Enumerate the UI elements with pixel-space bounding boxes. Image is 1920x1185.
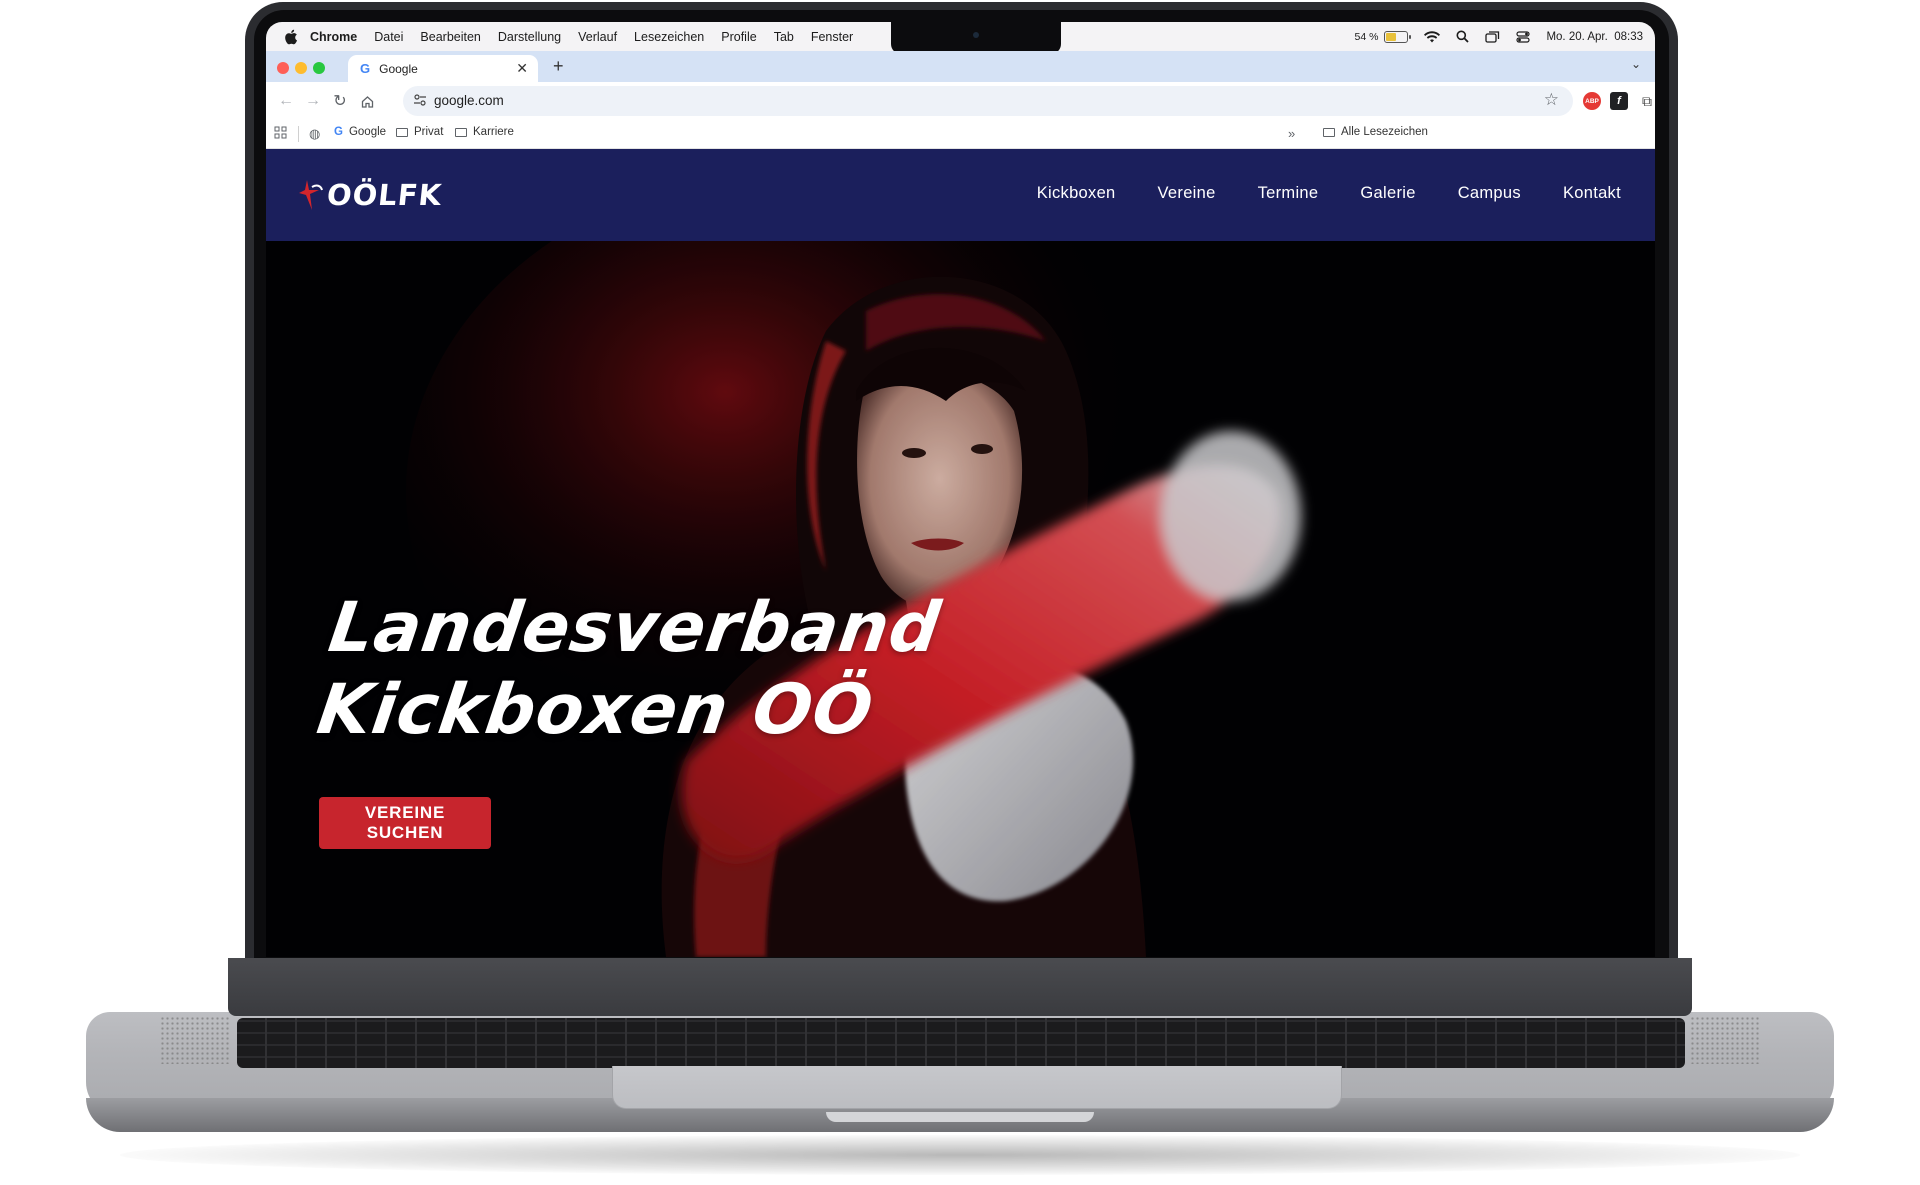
bookmark-google-label: Google	[348, 126, 387, 138]
hero-headline: Landesverband Kickboxen OÖ	[312, 587, 946, 751]
reload-icon[interactable]: ↻	[329, 90, 351, 112]
apps-grid-icon[interactable]	[274, 126, 287, 139]
screen-mirroring-icon[interactable]	[1485, 30, 1500, 43]
logo-text: OÖLFK	[325, 178, 444, 212]
hero-section: Landesverband Kickboxen OÖ VEREINE SUCHE…	[266, 241, 1655, 957]
tab-close-icon[interactable]: ✕	[516, 60, 528, 77]
bookmark-karriere-label: Karriere	[473, 126, 514, 138]
site-header: OÖLFK Kickboxen Vereine Termine Galerie …	[266, 149, 1655, 241]
menu-datei[interactable]: Datei	[374, 30, 403, 44]
nav-link-campus[interactable]: Campus	[1458, 184, 1521, 203]
logo-star-icon	[299, 180, 323, 210]
adblock-plus-extension-icon[interactable]: ABP	[1583, 92, 1601, 110]
nav-link-galerie[interactable]: Galerie	[1360, 184, 1415, 203]
vereine-suchen-button[interactable]: VEREINE SUCHEN	[319, 797, 491, 849]
laptop-shadow	[120, 1135, 1800, 1175]
chrome-toolbar: ← → ↻ google.com ☆ ABP f ⧉ ⚇ ↺ M ⋮	[266, 82, 1655, 120]
bookmark-folder-privat[interactable]: Privat	[396, 126, 443, 138]
bookmark-folder-all[interactable]: Alle Lesezeichen	[1323, 126, 1428, 138]
battery-indicator[interactable]: 54 %	[1354, 30, 1412, 43]
menu-bar-clock[interactable]: Mo. 20. Apr. 08:33	[1546, 31, 1643, 43]
menu-lesezeichen[interactable]: Lesezeichen	[634, 30, 704, 44]
new-tab-button[interactable]: +	[553, 56, 564, 77]
screen: Chrome Datei Bearbeiten Darstellung Verl…	[266, 22, 1655, 957]
webpage: OÖLFK Kickboxen Vereine Termine Galerie …	[266, 149, 1655, 957]
window-minimize-button[interactable]	[295, 62, 307, 74]
tab-google[interactable]: G Google ✕	[348, 55, 538, 82]
globe-bookmark-icon[interactable]: ◍	[309, 126, 320, 142]
hero-headline-line1: Landesverband	[324, 588, 946, 668]
url-text[interactable]: google.com	[434, 93, 504, 108]
tab-search-chevron-icon[interactable]: ⌄	[1631, 57, 1641, 71]
apple-icon[interactable]	[284, 29, 298, 45]
nav-link-kontakt[interactable]: Kontakt	[1563, 184, 1621, 203]
bookmark-google[interactable]: G Google	[334, 126, 386, 138]
menu-bar-status-area: 54 % Mo. 20. Apr. 08:33	[1339, 22, 1643, 51]
battery-percent: 54 %	[1354, 30, 1379, 43]
bookmark-star-icon[interactable]: ☆	[1544, 90, 1559, 110]
folder-icon	[455, 127, 467, 137]
menu-darstellung[interactable]: Darstellung	[498, 30, 561, 44]
more-bookmarks-chevron-icon[interactable]: »	[1288, 126, 1295, 141]
battery-level	[1386, 32, 1397, 41]
forward-arrow-icon[interactable]: →	[302, 90, 324, 112]
camera-notch	[891, 22, 1061, 54]
bookmark-folder-karriere[interactable]: Karriere	[455, 126, 514, 138]
bookmark-all-label: Alle Lesezeichen	[1341, 126, 1428, 138]
google-favicon-icon: G	[360, 61, 371, 76]
trackpad	[612, 1066, 1342, 1109]
folder-icon	[1323, 127, 1335, 137]
extensions-puzzle-icon[interactable]: ⧉	[1638, 92, 1655, 110]
spotlight-search-icon[interactable]	[1456, 30, 1470, 43]
menu-fenster[interactable]: Fenster	[811, 30, 853, 44]
lid-opening-notch	[826, 1112, 1094, 1122]
home-icon[interactable]	[356, 90, 378, 112]
speaker-grille-left	[160, 1016, 230, 1064]
address-bar[interactable]: google.com ☆	[403, 86, 1573, 116]
menu-tab[interactable]: Tab	[774, 30, 794, 44]
bookmark-privat-label: Privat	[414, 126, 444, 138]
folder-icon	[396, 127, 408, 137]
menu-bearbeiten[interactable]: Bearbeiten	[420, 30, 480, 44]
window-close-button[interactable]	[277, 62, 289, 74]
camera-icon	[973, 32, 979, 38]
nav-link-kickboxen[interactable]: Kickboxen	[1037, 184, 1116, 203]
nav-link-termine[interactable]: Termine	[1258, 184, 1319, 203]
screen-chin	[228, 958, 1692, 1016]
menu-verlauf[interactable]: Verlauf	[578, 30, 617, 44]
back-arrow-icon[interactable]: ←	[275, 90, 297, 112]
tab-title: Google	[379, 61, 418, 76]
google-favicon-icon: G	[334, 126, 343, 138]
battery-icon	[1384, 30, 1412, 43]
bookmarks-divider	[298, 126, 299, 142]
wifi-icon[interactable]	[1424, 30, 1441, 43]
site-info-tune-icon[interactable]	[413, 93, 427, 107]
nav-link-vereine[interactable]: Vereine	[1158, 184, 1216, 203]
chrome-tab-strip: G Google ✕ + ⌄	[266, 51, 1655, 82]
font-extension-icon[interactable]: f	[1610, 92, 1628, 110]
window-zoom-button[interactable]	[313, 62, 325, 74]
hero-headline-line2: Kickboxen OÖ	[312, 670, 879, 750]
keyboard	[237, 1018, 1685, 1068]
main-navigation: Kickboxen Vereine Termine Galerie Campus…	[995, 184, 1621, 203]
control-center-icon[interactable]	[1516, 30, 1531, 43]
speaker-grille-right	[1690, 1016, 1760, 1064]
menu-app-name[interactable]: Chrome	[310, 30, 357, 44]
menu-profile[interactable]: Profile	[721, 30, 756, 44]
bookmarks-bar: ◍ G Google Privat Karriere » Alle Leseze…	[266, 120, 1655, 149]
site-logo[interactable]: OÖLFK	[299, 173, 444, 217]
